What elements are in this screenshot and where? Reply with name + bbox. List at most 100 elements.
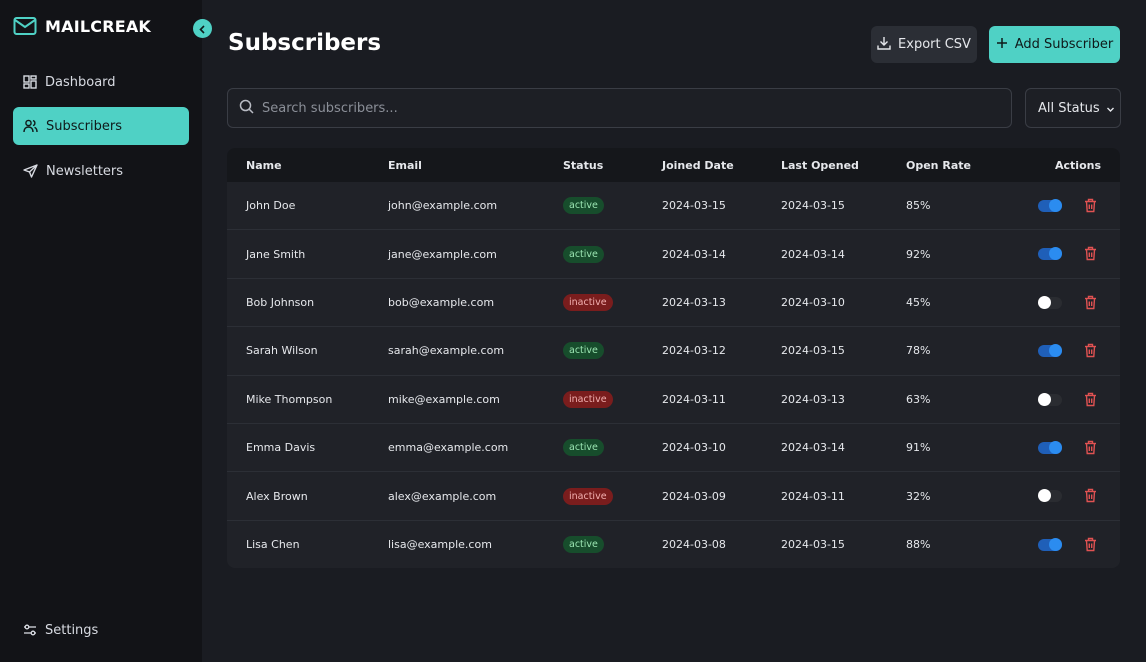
joined-date: 2024-03-10 (662, 441, 726, 455)
joined-date: 2024-03-12 (662, 344, 726, 358)
subscriber-name: John Doe (246, 199, 296, 213)
open-rate: 78% (906, 344, 931, 358)
table-row: Mike Thompson mike@example.com inactive 202… (227, 376, 1120, 424)
last-opened: 2024-03-14 (781, 247, 845, 261)
add-subscriber-button[interactable]: Add Subscriber (989, 26, 1120, 63)
status-cell: active (563, 521, 604, 568)
status-toggle[interactable] (1038, 295, 1062, 309)
page-title: Subscribers (228, 30, 382, 56)
subscriber-email: bob@example.com (388, 295, 495, 309)
status-badge: active (563, 536, 604, 554)
joined-date: 2024-03-08 (662, 538, 726, 552)
users-icon (23, 119, 38, 133)
collapse-sidebar-button[interactable] (193, 19, 212, 38)
trash-icon[interactable] (1084, 246, 1097, 264)
export-csv-button[interactable]: Export CSV (871, 26, 977, 63)
status-toggle[interactable] (1038, 247, 1062, 261)
joined-date: 2024-03-09 (662, 489, 726, 503)
chevron-left-icon (198, 19, 207, 38)
toggle-knob (1038, 295, 1051, 309)
sliders-icon (23, 623, 37, 637)
plus-icon (996, 37, 1008, 53)
sidebar: MAILCREAK Dashboard Subscribers Newslett… (0, 0, 202, 662)
sidebar-item-newsletters[interactable]: Newsletters (13, 152, 189, 190)
status-toggle[interactable] (1038, 344, 1062, 358)
mail-icon (13, 16, 37, 36)
toggle-knob (1038, 489, 1051, 503)
status-badge: active (563, 197, 604, 215)
table-row: Alex Brown alex@example.com inactive 2024-0… (227, 472, 1120, 521)
toggle-knob (1038, 392, 1051, 406)
status-toggle[interactable] (1038, 440, 1062, 454)
sidebar-item-dashboard[interactable]: Dashboard (13, 63, 189, 101)
subscriber-email: jane@example.com (388, 247, 497, 261)
trash-icon[interactable] (1084, 343, 1097, 361)
last-opened: 2024-03-11 (781, 489, 845, 503)
sidebar-item-label: Subscribers (46, 118, 122, 134)
status-badge: inactive (563, 293, 613, 311)
subscriber-email: mike@example.com (388, 392, 500, 406)
search-input[interactable] (262, 100, 982, 116)
status-cell: inactive (563, 376, 613, 423)
status-toggle[interactable] (1038, 392, 1062, 406)
toggle-knob (1049, 440, 1062, 454)
toggle-knob (1049, 247, 1062, 261)
sidebar-item-settings[interactable]: Settings (13, 611, 189, 649)
joined-date: 2024-03-11 (662, 392, 726, 406)
column-header-email[interactable]: Email (388, 148, 422, 182)
status-toggle[interactable] (1038, 537, 1062, 551)
status-filter-select[interactable]: All Status (1025, 88, 1121, 128)
last-opened: 2024-03-10 (781, 295, 845, 309)
last-opened: 2024-03-15 (781, 538, 845, 552)
subscriber-email: alex@example.com (388, 489, 497, 503)
joined-date: 2024-03-13 (662, 295, 726, 309)
status-cell: active (563, 327, 604, 374)
open-rate: 92% (906, 247, 931, 261)
status-toggle[interactable] (1038, 199, 1062, 212)
table-row: Lisa Chen lisa@example.com active 2024-03-0… (227, 521, 1120, 568)
trash-icon[interactable] (1084, 295, 1097, 313)
last-opened: 2024-03-13 (781, 392, 845, 406)
last-opened: 2024-03-15 (781, 344, 845, 358)
subscriber-name: Emma Davis (246, 441, 316, 455)
table-row: Bob Johnson bob@example.com inactive 2024-0… (227, 279, 1120, 328)
toggle-knob (1049, 537, 1062, 551)
table-row: Jane Smith jane@example.com active 2024-03-… (227, 230, 1120, 279)
status-badge: inactive (563, 390, 613, 408)
status-toggle[interactable] (1038, 489, 1062, 503)
column-header-last-opened[interactable]: Last Opened (781, 148, 859, 182)
subscriber-email: lisa@example.com (388, 538, 492, 552)
toggle-knob (1049, 199, 1062, 212)
subscriber-name: Bob Johnson (246, 295, 315, 309)
column-header-status[interactable]: Status (563, 148, 603, 182)
trash-icon[interactable] (1084, 488, 1097, 506)
status-cell: active (563, 424, 604, 471)
trash-icon[interactable] (1084, 537, 1097, 555)
status-cell: active (563, 182, 604, 229)
status-badge: active (563, 439, 604, 457)
open-rate: 45% (906, 295, 931, 309)
brand[interactable]: MAILCREAK (13, 13, 151, 39)
subscriber-email: john@example.com (388, 199, 498, 213)
column-header-open-rate[interactable]: Open Rate (906, 148, 971, 182)
last-opened: 2024-03-14 (781, 441, 845, 455)
trash-icon[interactable] (1084, 198, 1097, 216)
status-badge: inactive (563, 487, 613, 505)
last-opened: 2024-03-15 (781, 199, 845, 213)
trash-icon[interactable] (1084, 440, 1097, 458)
toggle-knob (1049, 344, 1062, 358)
add-subscriber-label: Add Subscriber (1014, 37, 1114, 52)
open-rate: 91% (906, 441, 931, 455)
status-cell: inactive (563, 279, 613, 326)
sidebar-item-subscribers[interactable]: Subscribers (13, 107, 189, 145)
table-body: John Doe john@example.com active 2024-03-15… (227, 182, 1120, 568)
column-header-name[interactable]: Name (246, 148, 282, 182)
trash-icon[interactable] (1084, 392, 1097, 410)
table-row: John Doe john@example.com active 2024-03-15… (227, 182, 1120, 231)
sidebar-item-label: Dashboard (45, 74, 116, 90)
status-badge: active (563, 342, 604, 360)
search-box (227, 88, 1012, 128)
search-icon (239, 99, 254, 118)
column-header-joined-date[interactable]: Joined Date (662, 148, 734, 182)
joined-date: 2024-03-15 (662, 199, 726, 213)
